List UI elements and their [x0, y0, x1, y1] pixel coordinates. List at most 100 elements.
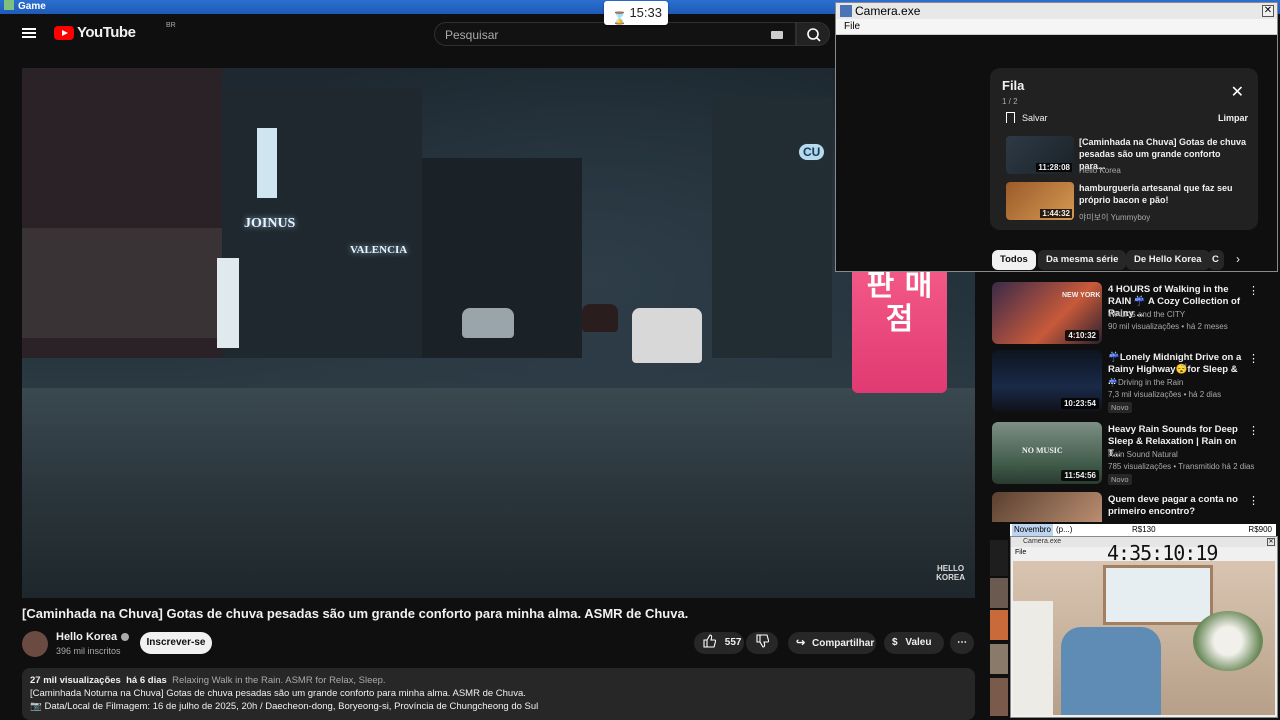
more-options-icon[interactable]: ⋮: [1248, 424, 1259, 437]
more-actions-button[interactable]: ⋯: [950, 632, 974, 654]
more-options-icon[interactable]: ⋮: [1248, 352, 1259, 365]
video-meta: 7,3 mil visualizações • há 2 dias: [1108, 390, 1222, 399]
scene-chair: [1013, 601, 1053, 715]
subscriber-count: 396 mil inscritos: [56, 646, 121, 656]
scene-vertical-sign: [257, 128, 277, 198]
thumbnail-strip: [990, 540, 1008, 576]
search-icon: [807, 28, 821, 42]
youtube-play-icon: [54, 25, 74, 40]
queue-title: Fila: [1002, 78, 1025, 93]
close-icon[interactable]: ✕: [1267, 538, 1275, 546]
more-options-icon[interactable]: ⋮: [1248, 494, 1259, 507]
video-watermark: HELLO KOREA: [936, 564, 965, 582]
camera-menu-file[interactable]: File: [836, 19, 1277, 35]
search-button[interactable]: [796, 22, 830, 46]
scene-window: [1103, 565, 1213, 625]
scene-car: [462, 308, 514, 338]
game-app-icon: [4, 0, 14, 10]
video-thumbnail: [992, 492, 1102, 522]
description-tags: Relaxing Walk in the Rain. ASMR for Rela…: [172, 675, 386, 686]
scene-road: [22, 388, 975, 598]
video-player[interactable]: JOINUS VALENCIA CU 대 박 복 권 판 매 점 HELLOKO…: [22, 68, 975, 598]
youtube-header: YouTube BR Pesquisar: [6, 14, 836, 54]
dislike-button[interactable]: [746, 632, 778, 654]
thanks-button[interactable]: $ Valeu: [884, 632, 944, 654]
chevron-right-icon[interactable]: ›: [1236, 252, 1240, 266]
chip-more[interactable]: C: [1208, 250, 1224, 270]
video-description[interactable]: 27 mil visualizações há 6 dias Relaxing …: [22, 668, 975, 720]
webcam-feed: [1013, 561, 1275, 715]
hourglass-icon: ⌛: [612, 11, 627, 25]
queue-item[interactable]: 1:44:32 hamburgueria artesanal que faz s…: [1006, 182, 1256, 222]
thumbnail-strip: [990, 678, 1008, 716]
upload-age: há 6 dias: [126, 675, 167, 686]
list-item[interactable]: Quem deve pagar a conta no primeiro enco…: [992, 492, 1272, 522]
view-count: 27 mil visualizações: [30, 675, 121, 686]
region-code: BR: [166, 22, 176, 29]
queue-count: 1 / 2: [1002, 97, 1018, 106]
channel-name[interactable]: Hello Korea: [56, 631, 130, 643]
video-thumbnail: 10:23:54: [992, 350, 1102, 412]
more-options-icon[interactable]: ⋮: [1248, 284, 1259, 297]
chip-same-series[interactable]: Da mesma série: [1038, 250, 1127, 270]
video-title: [Caminhada na Chuva] Gotas de chuva pesa…: [22, 606, 689, 621]
queue-thumbnail: 1:44:32: [1006, 182, 1074, 220]
thumbnail-strip: [990, 578, 1008, 608]
scene-car: [632, 308, 702, 363]
scene-flowers: [1193, 611, 1263, 671]
list-item[interactable]: NEW YORK 4:10:32 4 HOURS of Walking in t…: [992, 282, 1272, 346]
timer-value: 15:33: [629, 5, 662, 20]
queue-item-title: hamburgueria artesanal que faz seu própr…: [1079, 183, 1233, 205]
scene-person: [1061, 627, 1161, 715]
chip-all[interactable]: Todos: [992, 250, 1036, 270]
chip-from-channel[interactable]: De Hello Korea: [1126, 250, 1210, 270]
description-line: 📷 Data/Local de Filmagem: 16 de julho de…: [30, 701, 539, 712]
camera-window-titlebar: Camera.exe: [836, 3, 1277, 19]
keyboard-icon[interactable]: [771, 31, 783, 39]
scene-car: [582, 304, 618, 332]
scene-sign-valencia: VALENCIA: [350, 244, 408, 256]
scene-building: [712, 98, 832, 358]
thumbs-down-icon: [756, 634, 770, 648]
subscribe-button[interactable]: Inscrever-se: [140, 632, 212, 654]
youtube-logo-text: YouTube: [77, 24, 136, 41]
close-icon[interactable]: ✕: [1231, 82, 1244, 102]
spreadsheet-row: Novembro (p...) R$130 R$900: [1010, 524, 1276, 536]
queue-item-channel: Hello Korea: [1079, 166, 1121, 175]
scene-sign-cu: CU: [799, 144, 825, 160]
bookmark-icon[interactable]: [1006, 112, 1015, 123]
thumbnail-strip: [990, 610, 1008, 640]
channel-avatar[interactable]: [22, 631, 48, 657]
close-button[interactable]: ✕: [1262, 5, 1274, 17]
video-thumbnail: NEW YORK 4:10:32: [992, 282, 1102, 344]
description-line: [Caminhada Noturna na Chuva] Gotas de ch…: [30, 688, 526, 699]
menu-icon[interactable]: [22, 28, 36, 38]
list-item[interactable]: NO MUSIC 11:54:56 Heavy Rain Sounds for …: [992, 422, 1272, 486]
list-item[interactable]: 10:23:54 ☔Lonely Midnight Drive on a Rai…: [992, 350, 1272, 414]
youtube-logo[interactable]: YouTube BR: [54, 22, 176, 41]
queue-thumbnail: 11:28:08: [1006, 136, 1074, 174]
thumbs-up-icon: [703, 634, 717, 648]
queue-clear-button[interactable]: Limpar: [1218, 113, 1248, 123]
channel-name: WALKS and the CITY: [1108, 310, 1186, 319]
scene-sign-joinus: JOINUS: [244, 216, 296, 231]
video-meta: 785 visualizações • Transmitido há 2 dia…: [1108, 462, 1255, 471]
like-button[interactable]: 557: [694, 632, 744, 654]
queue-panel: Fila 1 / 2 ✕ Salvar Limpar 11:28:08 [Cam…: [990, 68, 1258, 230]
channel-name: Rain Sound Natural: [1108, 450, 1178, 459]
search-placeholder: Pesquisar: [445, 28, 499, 42]
share-button[interactable]: ↪ Compartilhar: [788, 632, 876, 654]
queue-save-button[interactable]: Salvar: [1022, 113, 1048, 123]
thumbnail-strip: [990, 644, 1008, 674]
camera-clock: 4:35:10:19: [1107, 541, 1218, 565]
share-icon: ↪: [796, 637, 806, 649]
camera-app-icon: [840, 5, 852, 17]
thanks-icon: $: [892, 637, 898, 648]
queue-item[interactable]: 11:28:08 [Caminhada na Chuva] Gotas de c…: [1006, 136, 1256, 176]
new-badge: Novo: [1108, 402, 1132, 413]
scene-vertical-sign: [217, 258, 239, 348]
timer-overlay: ⌛ 15:33: [604, 1, 668, 25]
video-title: Quem deve pagar a conta no primeiro enco…: [1108, 494, 1238, 517]
queue-item-channel: 야미보이 Yummyboy: [1079, 213, 1151, 222]
like-count: 557: [724, 637, 742, 648]
